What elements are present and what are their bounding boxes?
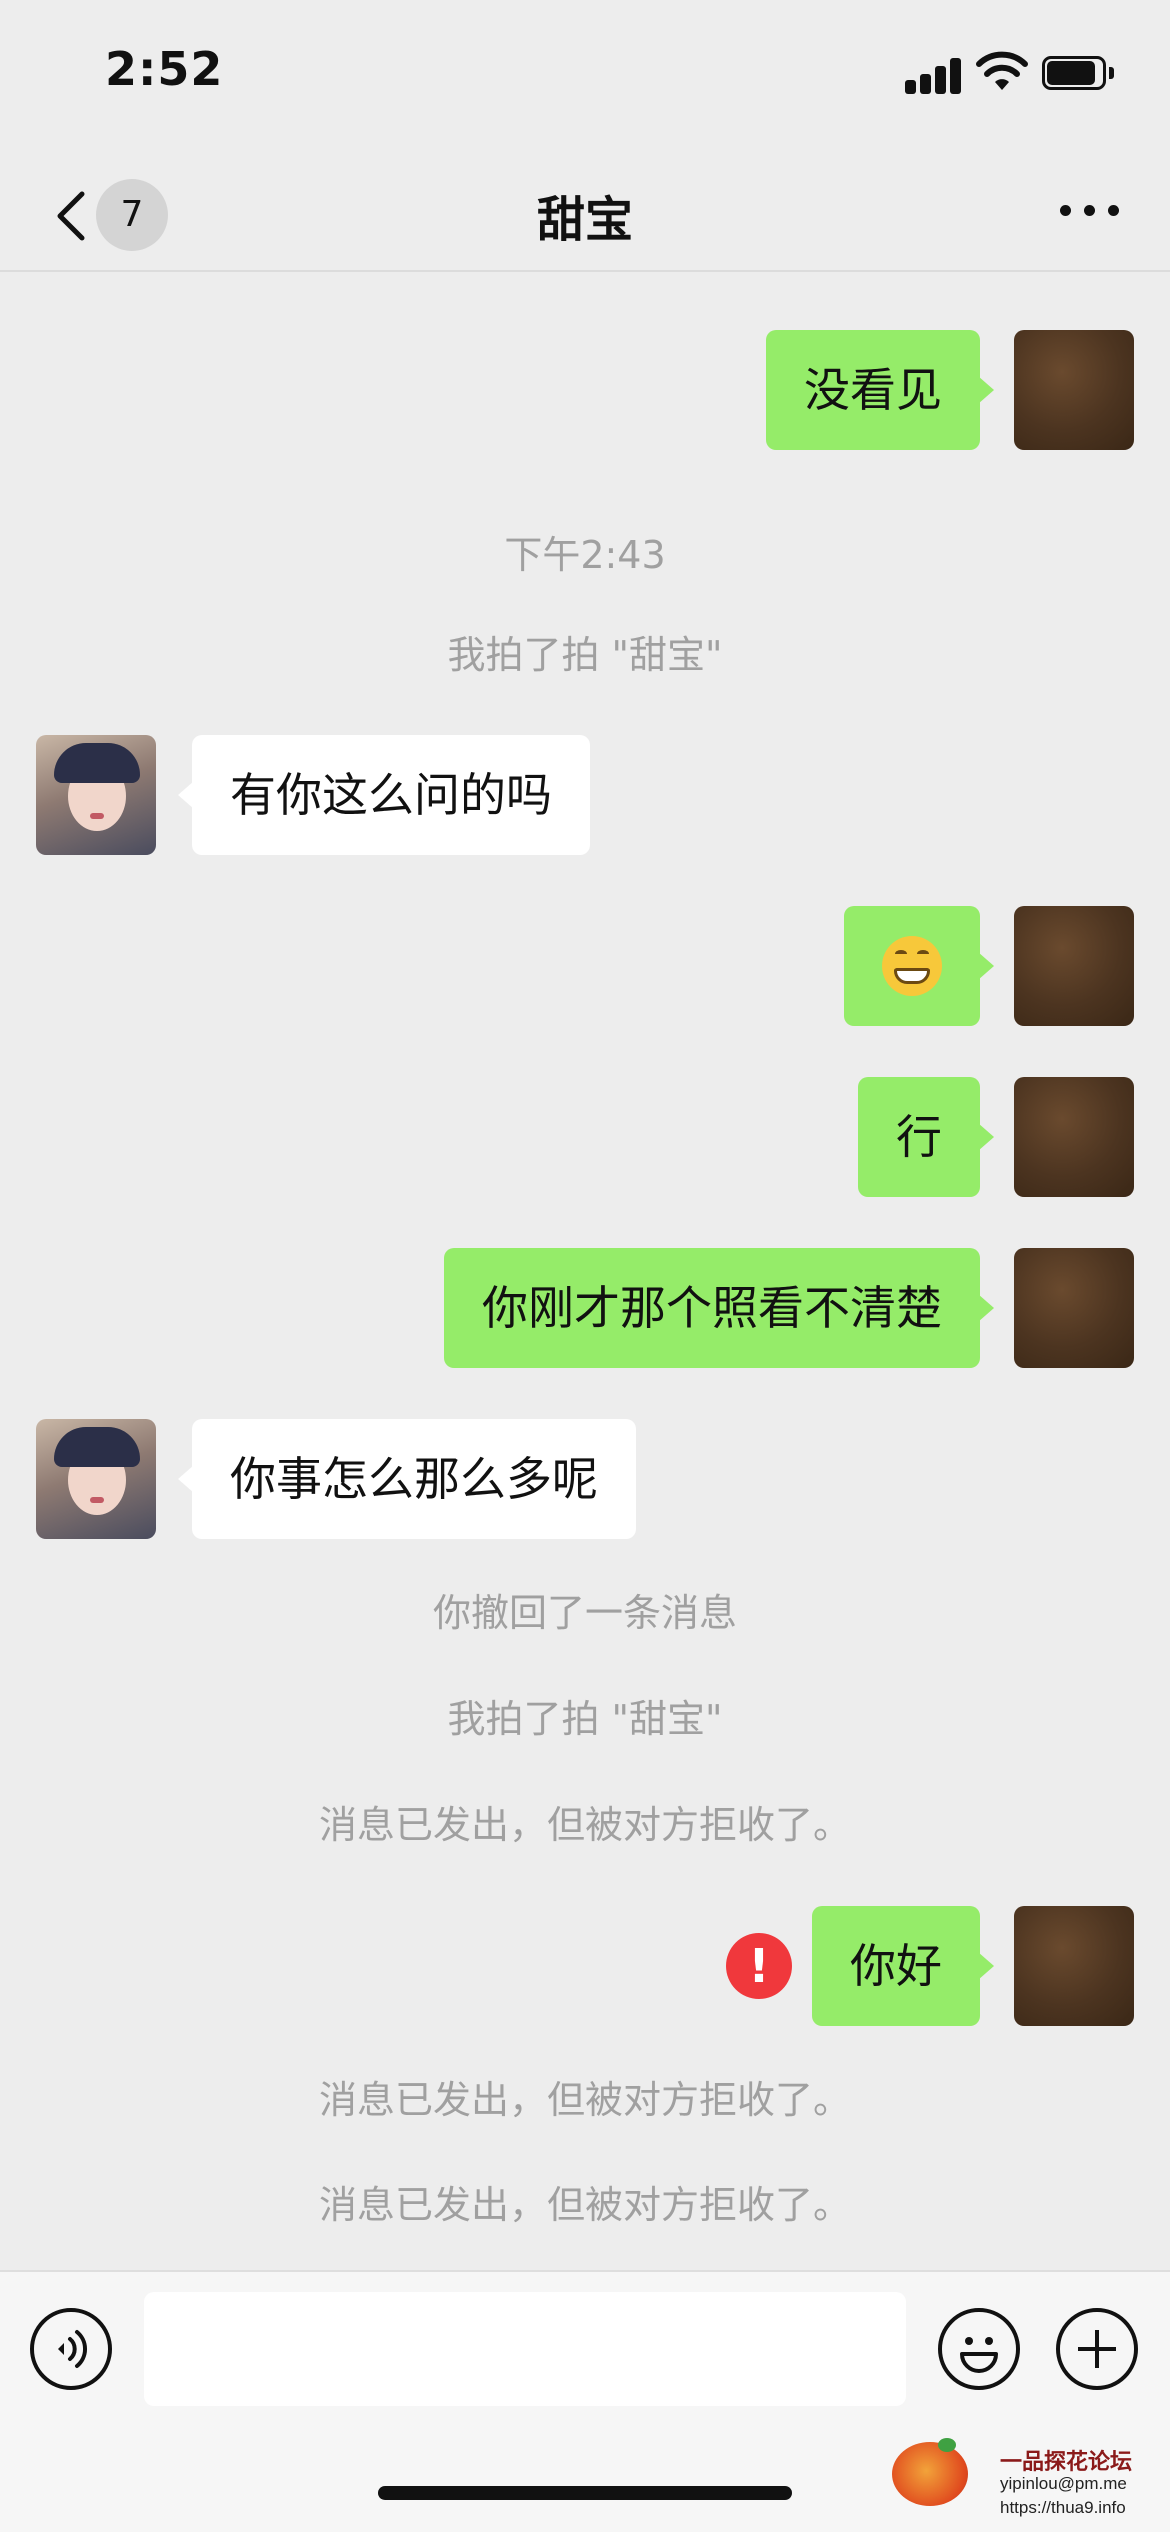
system-message-rejected: 消息已发出，但被对方拒收了。 [318,1803,851,1847]
watermark-url: https://thua9.info [1000,2498,1126,2517]
smiley-icon [960,2337,998,2373]
watermark-logo [892,2438,968,2506]
my-avatar[interactable] [1014,1906,1134,2026]
message-bubble[interactable]: 行 [858,1077,994,1197]
more-options-button[interactable] [1056,190,1124,230]
message-bubble[interactable]: 你事怎么那么多呢 [178,1419,636,1539]
system-message-recalled: 你撤回了一条消息 [432,1591,737,1635]
my-avatar[interactable] [1014,1077,1134,1197]
system-message-pat: 我拍了拍 "甜宝" [447,1697,723,1741]
voice-input-button[interactable] [30,2308,112,2390]
contact-avatar[interactable] [36,1419,156,1539]
watermark-title: 一品探花论坛 [1000,2450,1133,2475]
my-avatar[interactable] [1014,906,1134,1026]
chat-nav-bar: 7 甜宝 [0,150,1170,272]
message-text-input[interactable] [144,2292,906,2406]
timestamp: 下午2:43 [504,533,666,577]
system-message-rejected: 消息已发出，但被对方拒收了。 [318,2078,851,2122]
my-avatar[interactable] [1014,1248,1134,1368]
voice-icon [58,2330,88,2368]
message-bubble[interactable]: 你好 [812,1906,994,2026]
watermark-email: yipinlou@pm.me [1000,2474,1127,2493]
chat-title: 甜宝 [536,192,633,248]
system-message-pat: 我拍了拍 "甜宝" [447,633,723,677]
message-bubble[interactable]: 没看见 [766,330,994,450]
system-message-rejected: 消息已发出，但被对方拒收了。 [318,2183,851,2227]
plus-icon [1095,2330,1099,2368]
watermark: 一品探花论坛 yipinlou@pm.me https://thua9.info [892,2432,1162,2530]
message-bubble[interactable]: 你刚才那个照看不清楚 [444,1248,994,1368]
home-indicator[interactable] [378,2486,792,2500]
cellular-signal-icon [905,56,961,94]
grinning-face-emoji-icon [882,935,942,996]
message-bubble[interactable]: 有你这么问的吗 [178,735,590,855]
status-time: 2:52 [105,42,224,96]
wifi-icon [976,51,1028,90]
more-actions-button[interactable] [1056,2308,1138,2390]
status-bar: 2:52 [0,0,1170,150]
contact-avatar[interactable] [36,735,156,855]
battery-icon [1042,56,1114,90]
send-failed-icon[interactable]: ! [726,1933,792,1999]
message-bubble[interactable] [844,906,994,1026]
my-avatar[interactable] [1014,330,1134,450]
emoji-picker-button[interactable] [938,2308,1020,2390]
message-list[interactable]: 没看见 下午2:43 我拍了拍 "甜宝" 有你这么问的吗 行 你刚才那个照看不清… [0,274,1170,2270]
